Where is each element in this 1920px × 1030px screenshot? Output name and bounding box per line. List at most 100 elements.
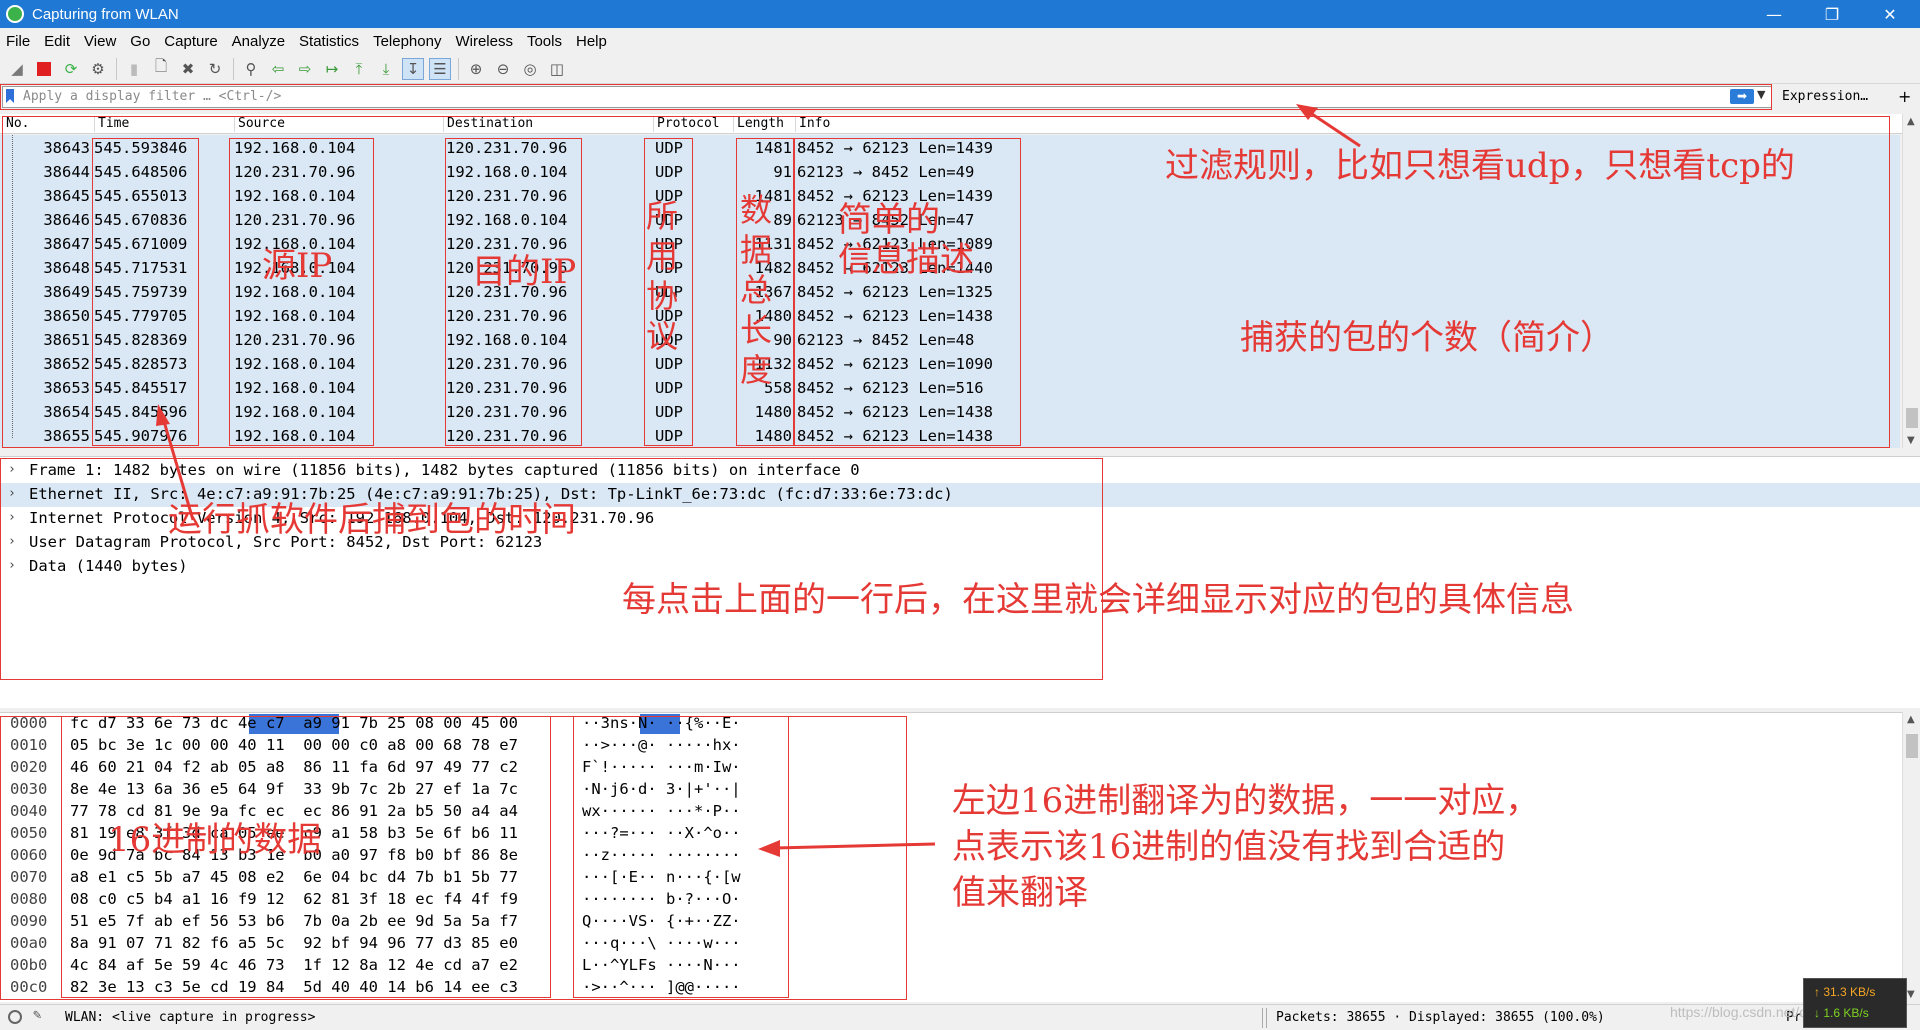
byte-ascii[interactable]: Q····VS· {·+··ZZ· xyxy=(582,912,741,930)
expert-info-icon[interactable] xyxy=(8,1010,22,1024)
byte-offset[interactable]: 0010 xyxy=(10,736,47,754)
display-filter-input[interactable]: Apply a display filter … <Ctrl-/> xyxy=(2,86,1772,108)
packet-list-scrollbar[interactable]: ▲ ▼ xyxy=(1902,114,1920,448)
zoom-reset-icon[interactable]: ◎ xyxy=(519,58,541,80)
menu-item-go[interactable]: Go xyxy=(130,33,150,50)
menu-item-file[interactable]: File xyxy=(6,33,30,50)
add-filter-button[interactable]: + xyxy=(1898,86,1911,108)
go-back-icon[interactable]: ⇦ xyxy=(267,58,289,80)
find-packet-icon[interactable]: ⚲ xyxy=(240,58,262,80)
byte-offset[interactable]: 0040 xyxy=(10,802,47,820)
packet-row[interactable]: 38652 545.828573 192.168.0.104 120.231.70.9… xyxy=(0,353,1900,377)
scroll-up-icon[interactable]: ▲ xyxy=(1907,116,1915,127)
byte-hex[interactable]: 81 19 e8 3f 3d ca 05 ee c9 a1 58 b3 5e 6… xyxy=(70,824,518,842)
byte-ascii[interactable]: ··3ns·N· ··{%··E· xyxy=(582,714,741,732)
byte-hex[interactable]: 05 bc 3e 1c 00 00 40 11 00 00 c0 a8 00 6… xyxy=(70,736,518,754)
zoom-out-icon[interactable]: ⊖ xyxy=(492,58,514,80)
packet-row[interactable]: 38653 545.845517 192.168.0.104 120.231.70.9… xyxy=(0,377,1900,401)
close-button[interactable]: ✕ xyxy=(1861,0,1919,28)
expand-chevron-icon[interactable]: › xyxy=(8,534,16,549)
detail-tree-row[interactable]: › User Datagram Protocol, Src Port: 8452,… xyxy=(0,531,1920,555)
byte-ascii[interactable]: ·>··^··· ]@@····· xyxy=(582,978,741,996)
menu-item-telephony[interactable]: Telephony xyxy=(373,33,441,50)
scroll-down-icon[interactable]: ▼ xyxy=(1907,435,1915,446)
expand-chevron-icon[interactable]: › xyxy=(8,486,16,501)
filter-dropdown-icon[interactable]: ▼ xyxy=(1757,88,1765,101)
go-forward-icon[interactable]: ⇨ xyxy=(294,58,316,80)
byte-hex[interactable]: 82 3e 13 c3 5e cd 19 84 5d 40 40 14 b6 1… xyxy=(70,978,518,996)
byte-offset[interactable]: 00c0 xyxy=(10,978,47,996)
byte-offset[interactable]: 00b0 xyxy=(10,956,47,974)
capture-comment-icon[interactable]: ✎ xyxy=(33,1007,41,1023)
byte-hex[interactable]: 77 78 cd 81 9e 9a fc ec ec 86 91 2a b5 5… xyxy=(70,802,518,820)
column-header-info[interactable]: Info xyxy=(795,116,830,132)
packet-row[interactable]: 38646 545.670836 120.231.70.96 192.168.0.10… xyxy=(0,209,1900,233)
stop-capture-icon[interactable] xyxy=(33,58,55,80)
maximize-button[interactable]: ❐ xyxy=(1803,0,1861,28)
byte-offset[interactable]: 0000 xyxy=(10,714,47,732)
byte-ascii[interactable]: ···?=··· ··X·^o·· xyxy=(582,824,741,842)
column-header-no[interactable]: No. xyxy=(3,116,29,132)
menu-item-statistics[interactable]: Statistics xyxy=(299,33,359,50)
menu-item-view[interactable]: View xyxy=(84,33,116,50)
expression-button[interactable]: Expression… xyxy=(1782,86,1868,108)
packet-row[interactable]: 38649 545.759739 192.168.0.104 120.231.70.9… xyxy=(0,281,1900,305)
go-to-packet-icon[interactable]: ↦ xyxy=(321,58,343,80)
close-file-icon[interactable]: ✖ xyxy=(177,58,199,80)
byte-ascii[interactable]: ·N·j6·d· 3·|+'··| xyxy=(582,780,741,798)
byte-hex[interactable]: a8 e1 c5 5b a7 45 08 e2 6e 04 bc d4 7b b… xyxy=(70,868,518,886)
byte-offset[interactable]: 00a0 xyxy=(10,934,47,952)
byte-ascii[interactable]: wx······ ···*·P·· xyxy=(582,802,741,820)
resize-columns-icon[interactable]: ◫ xyxy=(546,58,568,80)
apply-filter-arrow-icon[interactable]: ➡ xyxy=(1730,89,1754,104)
bytes-scrollbar[interactable]: ▲ ▼ xyxy=(1902,712,1920,1002)
byte-offset[interactable]: 0050 xyxy=(10,824,47,842)
scroll-down-icon[interactable]: ▼ xyxy=(1907,989,1915,1000)
packet-row[interactable]: 38648 545.717531 192.168.0.104 120.231.70.9… xyxy=(0,257,1900,281)
byte-hex[interactable]: 0e 9d 7a bc 84 13 b3 1e b0 a0 97 f8 b0 b… xyxy=(70,846,518,864)
last-packet-icon[interactable]: ⤓ xyxy=(375,58,397,80)
menu-item-edit[interactable]: Edit xyxy=(44,33,70,50)
scrollbar-thumb[interactable] xyxy=(1906,408,1918,428)
byte-hex[interactable]: 8a 91 07 71 82 f6 a5 5c 92 bf 94 96 77 d… xyxy=(70,934,518,952)
expand-chevron-icon[interactable]: › xyxy=(8,462,16,477)
first-packet-icon[interactable]: ⤒ xyxy=(348,58,370,80)
expand-chevron-icon[interactable]: › xyxy=(8,558,16,573)
packet-row[interactable]: 38647 545.671009 192.168.0.104 120.231.70.9… xyxy=(0,233,1900,257)
detail-tree-row[interactable]: › Frame 1: 1482 bytes on wire (11856 bits… xyxy=(0,459,1920,483)
menu-item-analyze[interactable]: Analyze xyxy=(232,33,285,50)
packet-row[interactable]: 38650 545.779705 192.168.0.104 120.231.70.9… xyxy=(0,305,1900,329)
byte-hex[interactable]: 4c 84 af 5e 59 4c 46 73 1f 12 8a 12 4e c… xyxy=(70,956,518,974)
byte-offset[interactable]: 0090 xyxy=(10,912,47,930)
byte-ascii[interactable]: F`!····· ···m·Iw· xyxy=(582,758,741,776)
packet-row[interactable]: 38645 545.655013 192.168.0.104 120.231.70.9… xyxy=(0,185,1900,209)
packet-row[interactable]: 38654 545.845596 192.168.0.104 120.231.70.9… xyxy=(0,401,1900,425)
byte-ascii[interactable]: ···[·E·· n···{·[w xyxy=(582,868,741,886)
minimize-button[interactable]: — xyxy=(1745,0,1803,28)
column-header-time[interactable]: Time xyxy=(94,116,129,132)
autoscroll-icon[interactable]: ↧ xyxy=(402,57,424,80)
byte-offset[interactable]: 0020 xyxy=(10,758,47,776)
zoom-in-icon[interactable]: ⊕ xyxy=(465,58,487,80)
byte-ascii[interactable]: ··>···@· ·····hx· xyxy=(582,736,741,754)
colorize-icon[interactable]: ☰ xyxy=(429,57,451,80)
detail-tree-row[interactable]: › Internet Protocol Version 4, Src: 192.1… xyxy=(0,507,1920,531)
byte-offset[interactable]: 0060 xyxy=(10,846,47,864)
byte-ascii[interactable]: ··z····· ········ xyxy=(582,846,741,864)
shark-fin-start-icon[interactable]: ◢ xyxy=(6,58,28,80)
detail-tree-row[interactable]: › Data (1440 bytes) xyxy=(0,555,1920,579)
byte-hex[interactable]: 46 60 21 04 f2 ab 05 a8 86 11 fa 6d 97 4… xyxy=(70,758,518,776)
save-file-icon[interactable]: 🗋 xyxy=(150,57,172,80)
expand-chevron-icon[interactable]: › xyxy=(8,510,16,525)
byte-hex[interactable]: 08 c0 c5 b4 a1 16 f9 12 62 81 3f 18 ec f… xyxy=(70,890,518,908)
menu-item-tools[interactable]: Tools xyxy=(527,33,562,50)
byte-hex[interactable]: fc d7 33 6e 73 dc 4e c7 a9 91 7b 25 08 0… xyxy=(70,714,518,732)
packet-row[interactable]: 38655 545.907976 192.168.0.104 120.231.70.9… xyxy=(0,425,1900,449)
reload-file-icon[interactable]: ↻ xyxy=(204,58,226,80)
byte-offset[interactable]: 0070 xyxy=(10,868,47,886)
scrollbar-thumb[interactable] xyxy=(1906,734,1918,758)
restart-capture-icon[interactable]: ⟳ xyxy=(60,58,82,80)
packet-row[interactable]: 38651 545.828369 120.231.70.96 192.168.0.10… xyxy=(0,329,1900,353)
capture-options-icon[interactable]: ⚙ xyxy=(87,58,109,80)
column-header-destination[interactable]: Destination xyxy=(443,116,533,132)
